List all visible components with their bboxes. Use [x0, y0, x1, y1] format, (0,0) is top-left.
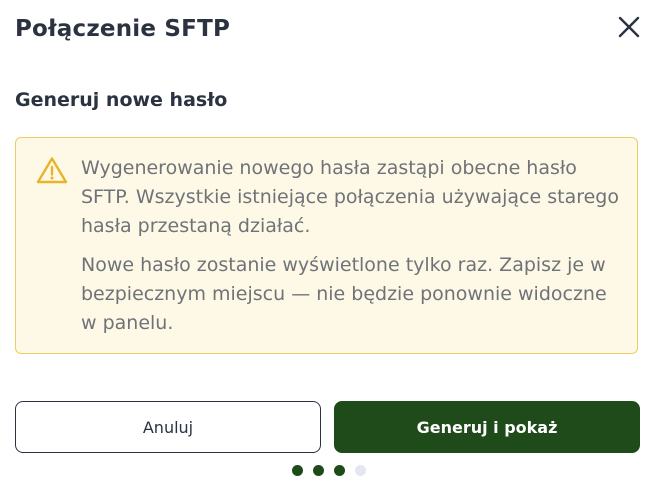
generate-and-show-button[interactable]: Generuj i pokaż: [334, 401, 640, 453]
warning-triangle-icon: [36, 157, 68, 184]
section-title: Generuj nowe hasło: [15, 89, 228, 111]
step-dot-3: [334, 465, 345, 476]
warning-paragraph-2: Nowe hasło zostanie wyświetlone tylko ra…: [81, 254, 607, 334]
warning-text: Wygenerowanie nowego hasła zastąpi obecn…: [81, 154, 621, 338]
step-indicator: [292, 465, 366, 476]
close-icon: [618, 16, 640, 38]
warning-box: Wygenerowanie nowego hasła zastąpi obecn…: [15, 137, 638, 354]
step-dot-2: [313, 465, 324, 476]
cancel-button[interactable]: Anuluj: [15, 401, 321, 453]
close-button[interactable]: [612, 10, 646, 44]
step-dot-4: [355, 465, 366, 476]
sftp-dialog: Połączenie SFTP Generuj nowe hasło Wygen…: [0, 0, 653, 487]
warning-paragraph-1: Wygenerowanie nowego hasła zastąpi obecn…: [81, 157, 619, 237]
dialog-title: Połączenie SFTP: [15, 16, 231, 42]
step-dot-1: [292, 465, 303, 476]
